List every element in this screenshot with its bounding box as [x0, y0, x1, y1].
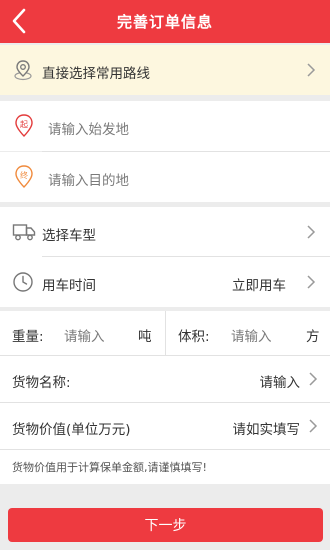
goods-name-row[interactable]: 货物名称: 请输入 [0, 356, 330, 402]
weight-unit: 吨 [138, 329, 152, 345]
chevron-right-icon [308, 419, 318, 433]
volume-input[interactable]: 请输入 [231, 325, 272, 345]
page-title: 完善订单信息 [116, 13, 213, 31]
destination-pin-icon: 终 [14, 165, 34, 193]
volume-label: 体积: [178, 329, 210, 345]
use-time-label: 用车时间 [42, 278, 96, 294]
goods-name-input[interactable]: 请输入 [260, 371, 301, 391]
destination-input[interactable]: 请输入目的地 [48, 169, 129, 189]
chevron-right-icon [308, 372, 318, 386]
back-button[interactable] [8, 7, 32, 35]
origin-input[interactable]: 请输入始发地 [48, 118, 129, 138]
location-pin-icon [12, 59, 34, 85]
back-arrow-icon [12, 8, 26, 34]
chevron-right-icon [306, 63, 316, 77]
next-step-button[interactable]: 下一步 [8, 508, 323, 542]
common-route-row[interactable]: 直接选择常用路线 [0, 45, 330, 95]
common-route-label: 直接选择常用路线 [42, 66, 150, 82]
goods-value-input[interactable]: 请如实填写 [233, 418, 301, 438]
value-note-text: 货物价值用于计算保单金额,请谨慎填写! [12, 461, 207, 474]
column-divider [165, 311, 166, 355]
header-bar: 完善订单信息 [0, 0, 330, 43]
clock-icon [12, 271, 34, 297]
goods-value-label: 货物价值(单位万元) [12, 422, 131, 438]
volume-unit: 方 [306, 329, 320, 345]
origin-row[interactable]: 起 请输入始发地 [0, 101, 330, 151]
weight-input[interactable]: 请输入 [64, 325, 105, 345]
goods-value-row[interactable]: 货物价值(单位万元) 请如实填写 [0, 403, 330, 449]
chevron-right-icon [306, 275, 316, 289]
origin-pin-icon: 起 [14, 114, 34, 142]
weight-label: 重量: [12, 329, 44, 345]
weight-volume-row: 重量: 请输入 吨 体积: 请输入 方 [0, 311, 330, 355]
truck-icon [12, 221, 36, 247]
use-time-value: 立即用车 [232, 278, 286, 294]
use-time-row[interactable]: 用车时间 立即用车 [0, 257, 330, 307]
svg-text:起: 起 [20, 120, 28, 129]
value-note: 货物价值用于计算保单金额,请谨慎填写! [0, 450, 330, 484]
chevron-right-icon [306, 225, 316, 239]
destination-row[interactable]: 终 请输入目的地 [0, 152, 330, 202]
goods-name-label: 货物名称: [12, 375, 71, 391]
svg-text:终: 终 [20, 170, 28, 180]
vehicle-type-label: 选择车型 [42, 228, 96, 244]
vehicle-type-row[interactable]: 选择车型 [0, 207, 330, 257]
